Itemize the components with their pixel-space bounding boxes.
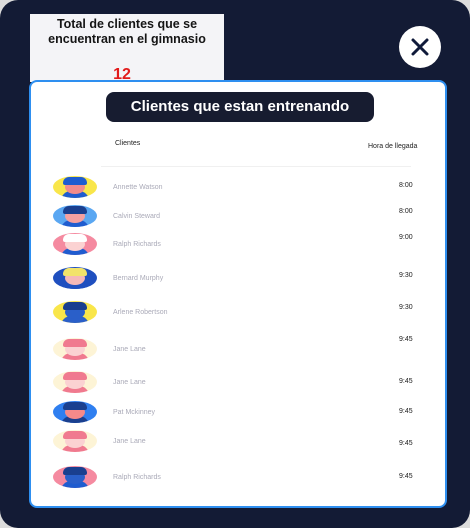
column-header-clients: Clientes [115, 140, 141, 147]
panel-title: Clientes que estan entrenando [106, 92, 374, 122]
client-row[interactable]: Ralph Richards 9:45 [31, 466, 445, 496]
column-header-arrival-time: Hora de llegada [368, 143, 418, 150]
client-avatar [53, 205, 97, 227]
arrival-time: 9:45 [399, 440, 413, 447]
client-avatar [53, 466, 97, 488]
arrival-time: 9:30 [399, 304, 413, 311]
client-row[interactable]: Pat Mckinney 9:45 [31, 401, 445, 431]
close-button[interactable] [399, 26, 441, 68]
client-name: Ralph Richards [113, 241, 161, 248]
header-divider [101, 166, 411, 167]
arrival-time: 9:45 [399, 408, 413, 415]
training-clients-panel: Clientes que estan entrenando Clientes H… [29, 80, 447, 508]
client-avatar [53, 430, 97, 452]
arrival-time: 9:00 [399, 234, 413, 241]
client-avatar [53, 233, 97, 255]
client-row[interactable]: Calvin Steward 8:00 [31, 205, 445, 235]
modal-frame: Total de clientes que se encuentran en e… [0, 0, 470, 528]
arrival-time: 8:00 [399, 208, 413, 215]
client-row[interactable]: Annette Watson 8:00 [31, 176, 445, 206]
client-row[interactable]: Jane Lane 9:45 [31, 336, 445, 368]
client-avatar [53, 371, 97, 393]
client-name: Calvin Steward [113, 213, 161, 220]
client-count-title-line2: encuentran en el gimnasio [48, 32, 206, 46]
client-avatar [53, 176, 97, 198]
client-name: Ralph Richards [113, 474, 161, 481]
client-avatar [53, 401, 97, 423]
client-row[interactable]: Ralph Richards 9:00 [31, 233, 445, 263]
client-name: Pat Mckinney [113, 409, 156, 416]
close-icon [411, 38, 429, 56]
client-name: Bernard Murphy [113, 275, 164, 282]
client-count-card: Total de clientes que se encuentran en e… [30, 14, 224, 83]
client-count-title-line1: Total de clientes que se [56, 17, 198, 31]
client-name: Annette Watson [113, 184, 163, 191]
client-name: Arlene Robertson [113, 309, 168, 316]
arrival-time: 9:45 [399, 473, 413, 480]
client-name: Jane Lane [113, 379, 146, 386]
client-row[interactable]: Bernard Murphy 9:30 [31, 267, 445, 297]
client-avatar [53, 338, 97, 360]
client-row[interactable]: Jane Lane 9:45 [31, 371, 445, 401]
arrival-time: 9:45 [399, 336, 413, 343]
arrival-time: 9:30 [399, 272, 413, 279]
client-row[interactable]: Arlene Robertson 9:30 [31, 301, 445, 331]
arrival-time: 9:45 [399, 378, 413, 385]
client-count-title: Total de clientes que se encuentran en e… [30, 17, 224, 47]
client-name: Jane Lane [113, 346, 146, 353]
client-name: Jane Lane [113, 438, 146, 445]
client-avatar [53, 301, 97, 323]
client-row[interactable]: Jane Lane 9:45 [31, 430, 445, 460]
arrival-time: 8:00 [399, 182, 413, 189]
client-avatar [53, 267, 97, 289]
